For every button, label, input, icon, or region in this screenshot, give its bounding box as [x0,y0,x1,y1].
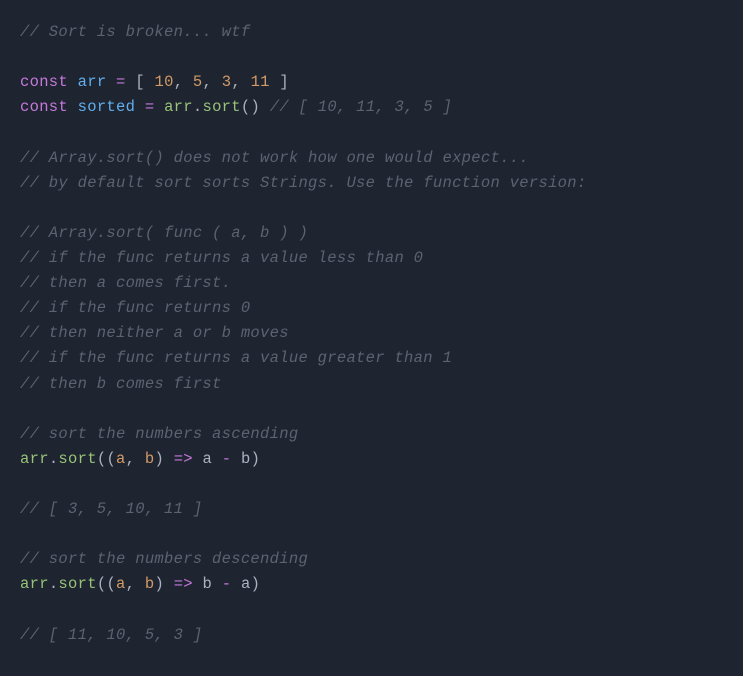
method-sort: sort [58,450,96,468]
comment-signature: // Array.sort( func ( a, b ) ) [20,224,308,242]
dot: . [49,450,59,468]
paren-close: ) [251,98,261,116]
dot: . [49,575,59,593]
operator-assign: = [145,98,155,116]
literal-number: 10 [154,73,173,91]
paren-open: ( [241,98,251,116]
paren-open: ( [97,575,107,593]
method-sort: sort [58,575,96,593]
comma: , [126,575,136,593]
arrow-func: => [174,450,193,468]
comma: , [126,450,136,468]
operator-assign: = [116,73,126,91]
paren-open: ( [106,575,116,593]
identifier-a: a [203,450,213,468]
comment-rule-6: // then b comes first [20,375,222,393]
identifier-arr-ref: arr [20,450,49,468]
literal-number: 3 [222,73,232,91]
code-block: // Sort is broken... wtf const arr = [ 1… [20,20,723,648]
comment-rule-3: // if the func returns 0 [20,299,250,317]
comment-descending: // sort the numbers descending [20,550,308,568]
paren-close: ) [154,575,164,593]
paren-open: ( [97,450,107,468]
comma: , [174,73,184,91]
param-a: a [116,450,126,468]
identifier-b: b [203,575,213,593]
comment-rule-1: // if the func returns a value less than… [20,249,423,267]
bracket-close: ] [279,73,289,91]
param-a: a [116,575,126,593]
comma: , [203,73,213,91]
literal-number: 5 [193,73,203,91]
comment-asc-output: // [ 3, 5, 10, 11 ] [20,500,202,518]
comment-result-1: // [ 10, 11, 3, 5 ] [270,98,452,116]
keyword-const: const [20,98,68,116]
comment-header: // Sort is broken... wtf [20,23,250,41]
paren-open: ( [106,450,116,468]
comment-desc-output: // [ 11, 10, 5, 3 ] [20,626,202,644]
comment-explain-2: // by default sort sorts Strings. Use th… [20,174,587,192]
paren-close: ) [251,450,261,468]
operator-minus: - [222,450,232,468]
identifier-arr-ref: arr [20,575,49,593]
identifier-sorted: sorted [78,98,136,116]
comment-rule-4: // then neither a or b moves [20,324,289,342]
method-sort: sort [202,98,240,116]
operator-minus: - [222,575,232,593]
identifier-b: b [241,450,251,468]
identifier-a: a [241,575,251,593]
paren-close: ) [251,575,261,593]
comment-rule-5: // if the func returns a value greater t… [20,349,452,367]
keyword-const: const [20,73,68,91]
comma: , [231,73,241,91]
comment-rule-2: // then a comes first. [20,274,231,292]
bracket-open: [ [135,73,145,91]
literal-number: 11 [251,73,270,91]
identifier-arr: arr [78,73,107,91]
comment-explain-1: // Array.sort() does not work how one wo… [20,149,529,167]
arrow-func: => [174,575,193,593]
paren-close: ) [154,450,164,468]
identifier-arr-ref: arr [164,98,193,116]
comment-ascending: // sort the numbers ascending [20,425,298,443]
